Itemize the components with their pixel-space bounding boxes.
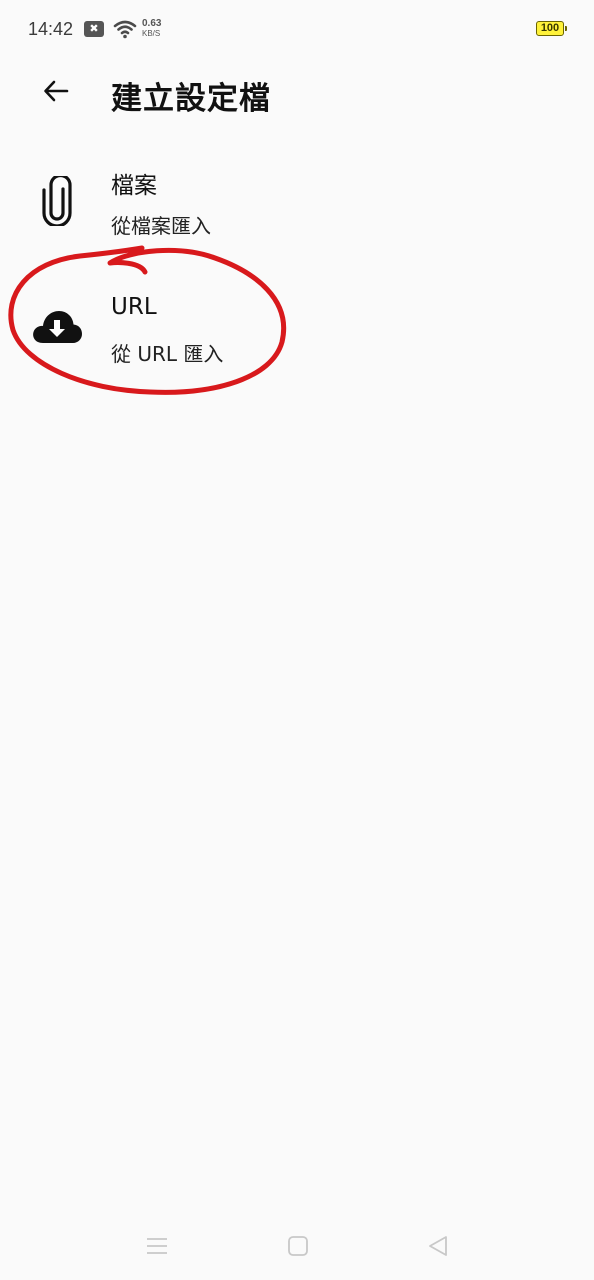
arrow-back-icon [44, 80, 69, 102]
item-title: URL [111, 294, 157, 320]
status-time: 14:42 [28, 19, 74, 39]
net-speed-unit: KB/S [142, 29, 161, 38]
back-triangle-icon [429, 1236, 447, 1256]
import-from-file-item[interactable]: 檔案 從檔案匯入 [0, 138, 594, 266]
cloud-download-icon [28, 298, 86, 356]
paperclip-icon [28, 172, 86, 230]
status-bar: 14:42 ✖ 0.63 KB/S 100 [0, 0, 594, 60]
nav-menu-button[interactable] [141, 1230, 173, 1262]
navigation-bar [0, 1212, 594, 1280]
net-speed-value: 0.63 [142, 18, 162, 29]
wifi-icon [113, 19, 137, 39]
import-from-url-item[interactable]: URL 從 URL 匯入 [0, 266, 594, 394]
nav-back-button[interactable] [422, 1230, 454, 1262]
menu-icon [147, 1238, 167, 1254]
item-subtitle: 從 URL 匯入 [111, 342, 224, 366]
back-button[interactable] [32, 71, 80, 111]
item-title: 檔案 [111, 173, 157, 199]
app-bar: 建立設定檔 [0, 60, 594, 124]
notification-icon: ✖ [84, 21, 104, 37]
net-speed: 0.63 KB/S [142, 18, 172, 39]
nav-home-button[interactable] [282, 1230, 314, 1262]
page-title: 建立設定檔 [111, 81, 271, 117]
battery-icon: 100 [536, 21, 567, 36]
home-icon [288, 1236, 308, 1256]
item-subtitle: 從檔案匯入 [111, 214, 211, 238]
